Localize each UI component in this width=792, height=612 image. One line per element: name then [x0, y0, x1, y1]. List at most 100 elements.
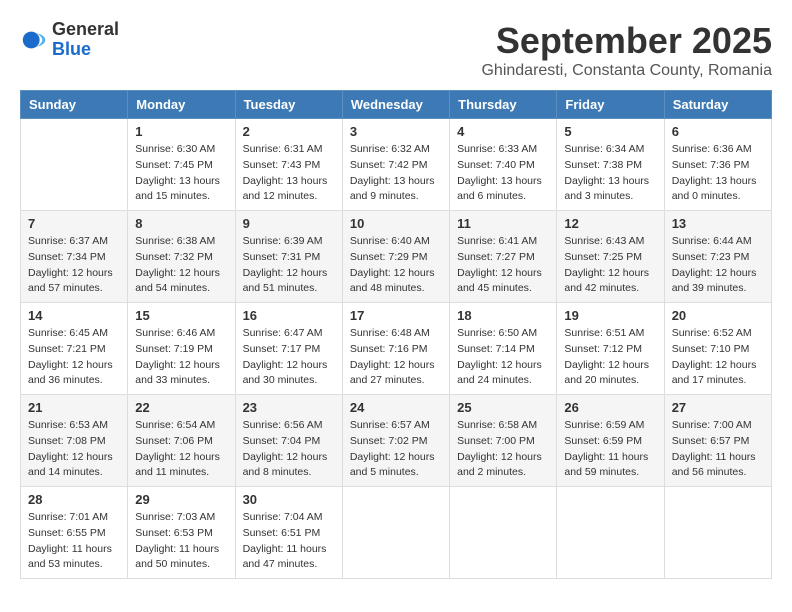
day-info: Sunrise: 6:41 AMSunset: 7:27 PMDaylight:…: [457, 234, 549, 297]
calendar-cell: 2 Sunrise: 6:31 AMSunset: 7:43 PMDaylight…: [235, 119, 342, 211]
weekday-header: Sunday: [21, 91, 128, 119]
day-number: 28: [28, 492, 120, 507]
calendar-cell: 9 Sunrise: 6:39 AMSunset: 7:31 PMDaylight…: [235, 211, 342, 303]
calendar-cell: 15Sunrise: 6:46 AMSunset: 7:19 PMDayligh…: [128, 303, 235, 395]
day-number: 23: [243, 400, 335, 415]
day-number: 6: [672, 124, 764, 139]
day-info: Sunrise: 6:56 AMSunset: 7:04 PMDaylight:…: [243, 418, 335, 481]
calendar-cell: 23 Sunrise: 6:56 AMSunset: 7:04 PMDayligh…: [235, 395, 342, 487]
calendar-cell: 10Sunrise: 6:40 AMSunset: 7:29 PMDayligh…: [342, 211, 449, 303]
weekday-header: Wednesday: [342, 91, 449, 119]
calendar-cell: 12Sunrise: 6:43 AMSunset: 7:25 PMDayligh…: [557, 211, 664, 303]
day-number: 16: [243, 308, 335, 323]
calendar-cell: [342, 487, 449, 579]
calendar-cell: 16 Sunrise: 6:47 AMSunset: 7:17 PMDayligh…: [235, 303, 342, 395]
calendar-cell: 21 Sunrise: 6:53 AMSunset: 7:08 PMDayligh…: [21, 395, 128, 487]
day-info: Sunrise: 6:57 AMSunset: 7:02 PMDaylight:…: [350, 418, 442, 481]
day-info: Sunrise: 6:53 AMSunset: 7:08 PMDaylight:…: [28, 418, 120, 481]
calendar-cell: 29Sunrise: 7:03 AMSunset: 6:53 PMDayligh…: [128, 487, 235, 579]
calendar-week-row: 1 Sunrise: 6:30 AMSunset: 7:45 PMDaylight…: [21, 119, 772, 211]
day-number: 7: [28, 216, 120, 231]
calendar-cell: 27Sunrise: 7:00 AMSunset: 6:57 PMDayligh…: [664, 395, 771, 487]
calendar-cell: 7 Sunrise: 6:37 AMSunset: 7:34 PMDaylight…: [21, 211, 128, 303]
calendar-cell: 11Sunrise: 6:41 AMSunset: 7:27 PMDayligh…: [450, 211, 557, 303]
logo-blue: Blue: [52, 40, 119, 60]
day-number: 30: [243, 492, 335, 507]
calendar-cell: 25 Sunrise: 6:58 AMSunset: 7:00 PMDayligh…: [450, 395, 557, 487]
calendar-cell: 17Sunrise: 6:48 AMSunset: 7:16 PMDayligh…: [342, 303, 449, 395]
calendar-cell: [664, 487, 771, 579]
calendar-cell: 1 Sunrise: 6:30 AMSunset: 7:45 PMDaylight…: [128, 119, 235, 211]
day-number: 9: [243, 216, 335, 231]
calendar-cell: 6 Sunrise: 6:36 AMSunset: 7:36 PMDaylight…: [664, 119, 771, 211]
day-info: Sunrise: 6:39 AMSunset: 7:31 PMDaylight:…: [243, 234, 335, 297]
calendar-week-row: 28 Sunrise: 7:01 AMSunset: 6:55 PMDayligh…: [21, 487, 772, 579]
day-info: Sunrise: 7:01 AMSunset: 6:55 PMDaylight:…: [28, 510, 120, 573]
day-number: 21: [28, 400, 120, 415]
day-info: Sunrise: 6:50 AMSunset: 7:14 PMDaylight:…: [457, 326, 549, 389]
day-info: Sunrise: 6:59 AMSunset: 6:59 PMDaylight:…: [564, 418, 656, 481]
day-info: Sunrise: 6:31 AMSunset: 7:43 PMDaylight:…: [243, 142, 335, 205]
day-info: Sunrise: 6:54 AMSunset: 7:06 PMDaylight:…: [135, 418, 227, 481]
month-title: September 2025: [481, 20, 772, 62]
calendar-cell: 18 Sunrise: 6:50 AMSunset: 7:14 PMDayligh…: [450, 303, 557, 395]
logo-general: General: [52, 20, 119, 40]
day-number: 14: [28, 308, 120, 323]
calendar-cell: 13 Sunrise: 6:44 AMSunset: 7:23 PMDayligh…: [664, 211, 771, 303]
calendar-cell: 19Sunrise: 6:51 AMSunset: 7:12 PMDayligh…: [557, 303, 664, 395]
day-number: 8: [135, 216, 227, 231]
calendar-cell: 5Sunrise: 6:34 AMSunset: 7:38 PMDaylight…: [557, 119, 664, 211]
calendar-cell: [557, 487, 664, 579]
day-number: 10: [350, 216, 442, 231]
day-number: 4: [457, 124, 549, 139]
calendar-cell: 14 Sunrise: 6:45 AMSunset: 7:21 PMDayligh…: [21, 303, 128, 395]
day-number: 19: [564, 308, 656, 323]
day-number: 26: [564, 400, 656, 415]
day-info: Sunrise: 6:32 AMSunset: 7:42 PMDaylight:…: [350, 142, 442, 205]
day-info: Sunrise: 6:34 AMSunset: 7:38 PMDaylight:…: [564, 142, 656, 205]
calendar-cell: 30 Sunrise: 7:04 AMSunset: 6:51 PMDayligh…: [235, 487, 342, 579]
day-number: 27: [672, 400, 764, 415]
calendar-cell: 24 Sunrise: 6:57 AMSunset: 7:02 PMDayligh…: [342, 395, 449, 487]
day-info: Sunrise: 6:37 AMSunset: 7:34 PMDaylight:…: [28, 234, 120, 297]
day-info: Sunrise: 6:30 AMSunset: 7:45 PMDaylight:…: [135, 142, 227, 205]
day-number: 24: [350, 400, 442, 415]
day-number: 3: [350, 124, 442, 139]
calendar-week-row: 7 Sunrise: 6:37 AMSunset: 7:34 PMDaylight…: [21, 211, 772, 303]
calendar-week-row: 14 Sunrise: 6:45 AMSunset: 7:21 PMDayligh…: [21, 303, 772, 395]
calendar-table: SundayMondayTuesdayWednesdayThursdayFrid…: [20, 90, 772, 579]
day-number: 29: [135, 492, 227, 507]
day-info: Sunrise: 6:36 AMSunset: 7:36 PMDaylight:…: [672, 142, 764, 205]
weekday-header: Thursday: [450, 91, 557, 119]
day-number: 17: [350, 308, 442, 323]
day-info: Sunrise: 6:58 AMSunset: 7:00 PMDaylight:…: [457, 418, 549, 481]
day-info: Sunrise: 6:52 AMSunset: 7:10 PMDaylight:…: [672, 326, 764, 389]
page-header: General Blue September 2025 Ghindaresti,…: [20, 20, 772, 80]
calendar-cell: 4Sunrise: 6:33 AMSunset: 7:40 PMDaylight…: [450, 119, 557, 211]
day-number: 20: [672, 308, 764, 323]
day-number: 13: [672, 216, 764, 231]
day-info: Sunrise: 6:45 AMSunset: 7:21 PMDaylight:…: [28, 326, 120, 389]
weekday-header: Tuesday: [235, 91, 342, 119]
day-info: Sunrise: 6:44 AMSunset: 7:23 PMDaylight:…: [672, 234, 764, 297]
day-number: 1: [135, 124, 227, 139]
day-number: 12: [564, 216, 656, 231]
day-number: 18: [457, 308, 549, 323]
logo: General Blue: [20, 20, 119, 60]
calendar-cell: 22Sunrise: 6:54 AMSunset: 7:06 PMDayligh…: [128, 395, 235, 487]
calendar-cell: [21, 119, 128, 211]
day-info: Sunrise: 7:04 AMSunset: 6:51 PMDaylight:…: [243, 510, 335, 573]
weekday-header: Friday: [557, 91, 664, 119]
weekday-header: Saturday: [664, 91, 771, 119]
logo-icon: [20, 26, 48, 54]
day-number: 25: [457, 400, 549, 415]
calendar-cell: 28 Sunrise: 7:01 AMSunset: 6:55 PMDayligh…: [21, 487, 128, 579]
day-info: Sunrise: 6:47 AMSunset: 7:17 PMDaylight:…: [243, 326, 335, 389]
day-number: 2: [243, 124, 335, 139]
calendar-cell: 20 Sunrise: 6:52 AMSunset: 7:10 PMDayligh…: [664, 303, 771, 395]
location-subtitle: Ghindaresti, Constanta County, Romania: [481, 62, 772, 80]
day-info: Sunrise: 6:46 AMSunset: 7:19 PMDaylight:…: [135, 326, 227, 389]
calendar-week-row: 21 Sunrise: 6:53 AMSunset: 7:08 PMDayligh…: [21, 395, 772, 487]
title-block: September 2025 Ghindaresti, Constanta Co…: [481, 20, 772, 80]
calendar-cell: 8Sunrise: 6:38 AMSunset: 7:32 PMDaylight…: [128, 211, 235, 303]
